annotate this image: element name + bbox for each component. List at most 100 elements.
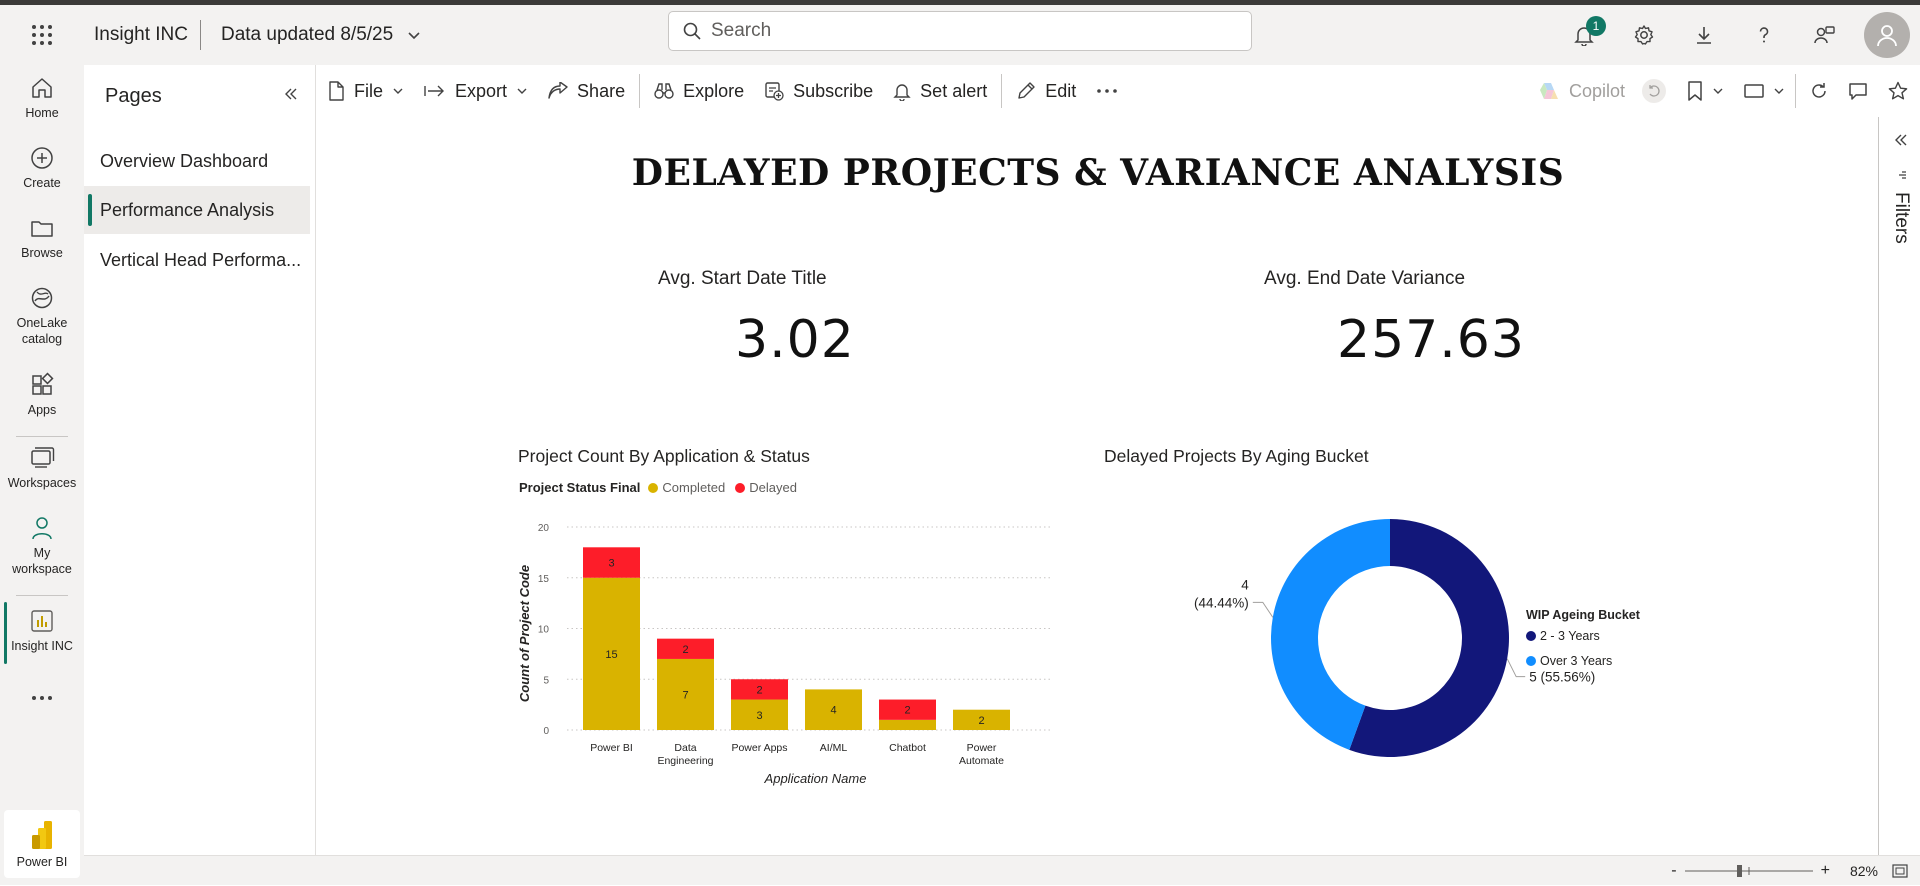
kpi-avg-end-value: 257.63	[1337, 310, 1525, 370]
x-axis-title: Application Name	[764, 771, 867, 786]
ellipsis-icon	[1097, 89, 1118, 93]
chevron-down-icon	[408, 32, 420, 40]
legend-swatch-2-3-years	[1526, 631, 1536, 641]
file-menu-button[interactable]: File	[317, 71, 414, 111]
toolbar-divider	[639, 74, 641, 108]
workspaces-icon	[31, 447, 55, 468]
report-title: DELAYED PROJECTS & VARIANCE ANALYSIS	[631, 152, 1565, 194]
bookmark-button[interactable]	[1673, 71, 1730, 111]
fit-to-page-icon[interactable]	[1892, 864, 1908, 878]
search-input[interactable]	[711, 20, 1231, 42]
bookmark-icon	[1688, 81, 1702, 101]
user-avatar[interactable]	[1864, 12, 1910, 58]
undo-circle-icon	[1642, 79, 1666, 103]
share-button[interactable]: Share	[538, 71, 635, 111]
double-chevron-left-icon	[285, 88, 297, 100]
double-chevron-left-icon[interactable]	[1894, 133, 1908, 147]
export-menu-button[interactable]: Export	[414, 71, 538, 111]
page-item-overview[interactable]: Overview Dashboard	[84, 137, 310, 185]
report-icon	[31, 610, 53, 632]
nav-divider	[16, 436, 68, 437]
explore-button[interactable]: Explore	[644, 71, 754, 111]
copilot-button[interactable]: Copilot	[1528, 71, 1635, 111]
app-name[interactable]: Insight INC	[84, 24, 200, 46]
refresh-button[interactable]	[1800, 71, 1838, 111]
nav-insight-label: Insight INC	[11, 639, 73, 653]
y-tick-label: 0	[543, 726, 549, 737]
bell-icon	[893, 84, 911, 101]
collapse-pages-button[interactable]	[276, 79, 306, 109]
copilot-icon	[1539, 83, 1558, 99]
share-feedback-button[interactable]	[1794, 5, 1854, 65]
edit-button[interactable]: Edit	[1006, 71, 1086, 111]
gear-icon	[1634, 25, 1654, 45]
donut-legend-title: WIP Ageing Bucket	[1526, 608, 1640, 622]
page-item-performance[interactable]: Performance Analysis	[84, 186, 310, 234]
kpi-avg-start-title: Avg. Start Date Title	[658, 268, 827, 289]
x-tick-label: Power Apps	[731, 742, 787, 754]
onelake-icon	[31, 287, 53, 309]
nav-workspaces[interactable]: Workspaces	[0, 445, 84, 491]
zoom-in-button[interactable]: +	[1813, 862, 1838, 880]
nav-browse[interactable]: Browse	[0, 215, 84, 261]
zoom-slider[interactable]	[1684, 864, 1813, 878]
subscribe-button[interactable]: Subscribe	[754, 71, 883, 111]
nav-insight-inc[interactable]: Insight INC	[0, 608, 84, 654]
bar-completed	[879, 719, 936, 730]
binoculars-icon	[654, 83, 674, 99]
reset-button[interactable]	[1635, 71, 1673, 111]
legend-label-2-3-years: 2 - 3 Years	[1540, 629, 1600, 643]
legend-item-delayed[interactable]: Delayed	[749, 480, 797, 495]
search-box[interactable]	[668, 11, 1252, 51]
share-icon	[548, 82, 568, 99]
legend-swatch-over-3-years	[1526, 656, 1536, 666]
pages-pane: Pages Overview Dashboard Performance Ana…	[84, 65, 316, 855]
zoom-controls: - + 82%	[1663, 856, 1920, 886]
comments-button[interactable]	[1838, 71, 1878, 111]
power-bi-switcher[interactable]: Power BI	[4, 810, 80, 878]
nav-create[interactable]: Create	[0, 145, 84, 191]
view-menu-button[interactable]	[1730, 71, 1791, 111]
favorite-button[interactable]	[1878, 71, 1920, 111]
donut-legend-item-2-3-years[interactable]: 2 - 3 Years	[1526, 629, 1600, 643]
y-tick-label: 10	[538, 625, 550, 636]
nav-more-button[interactable]	[0, 693, 84, 703]
nav-onelake-catalog[interactable]: OneLake catalog	[0, 285, 84, 347]
page-item-vertical-head[interactable]: Vertical Head Performa...	[84, 236, 310, 284]
help-icon	[1759, 27, 1769, 43]
pages-title: Pages	[105, 85, 162, 107]
notifications-button[interactable]: 1	[1554, 5, 1614, 65]
zoom-out-button[interactable]: -	[1663, 862, 1684, 880]
data-label: 2	[978, 715, 984, 727]
nav-home[interactable]: Home	[0, 75, 84, 121]
legend-title: Project Status Final	[519, 480, 641, 495]
view-frame-icon	[1744, 84, 1764, 98]
nav-my-workspace[interactable]: My workspace	[0, 515, 84, 577]
donut-legend-item-over-3-years[interactable]: Over 3 Years	[1526, 654, 1612, 668]
more-options-button[interactable]	[1086, 71, 1128, 111]
settings-button[interactable]	[1614, 5, 1674, 65]
legend-swatch-delayed	[735, 482, 746, 493]
help-button[interactable]	[1734, 5, 1794, 65]
legend-swatch-completed	[648, 482, 659, 493]
waffle-icon	[32, 25, 52, 45]
app-launcher-button[interactable]	[0, 5, 84, 65]
search-icon	[683, 22, 701, 40]
data-updated-dropdown[interactable]: Data updated 8/5/25	[201, 24, 421, 46]
toolbar-divider	[1001, 74, 1003, 108]
subscribe-label: Subscribe	[793, 80, 874, 101]
apps-icon	[32, 372, 54, 395]
zoom-level: 82%	[1849, 863, 1878, 879]
bar-chart[interactable]: 0 5 10 15 20 15 3 Power BI 7 2 DataEngineering 3 2 Po…	[507, 502, 1087, 822]
leader-line	[1506, 658, 1526, 678]
filters-pane-label[interactable]: Filters	[1890, 192, 1912, 244]
data-label: 3	[756, 710, 762, 722]
nav-apps[interactable]: Apps	[0, 372, 84, 418]
x-tick-label: AI/ML	[820, 742, 848, 754]
legend-item-completed[interactable]: Completed	[662, 480, 725, 495]
set-alert-button[interactable]: Set alert	[883, 71, 997, 111]
donut-chart[interactable]: 5 (55.56%) 4 (44.44%)	[1122, 502, 1622, 802]
kpi-avg-end-title: Avg. End Date Variance	[1264, 268, 1466, 289]
download-button[interactable]	[1674, 5, 1734, 65]
copilot-label: Copilot	[1568, 80, 1625, 101]
